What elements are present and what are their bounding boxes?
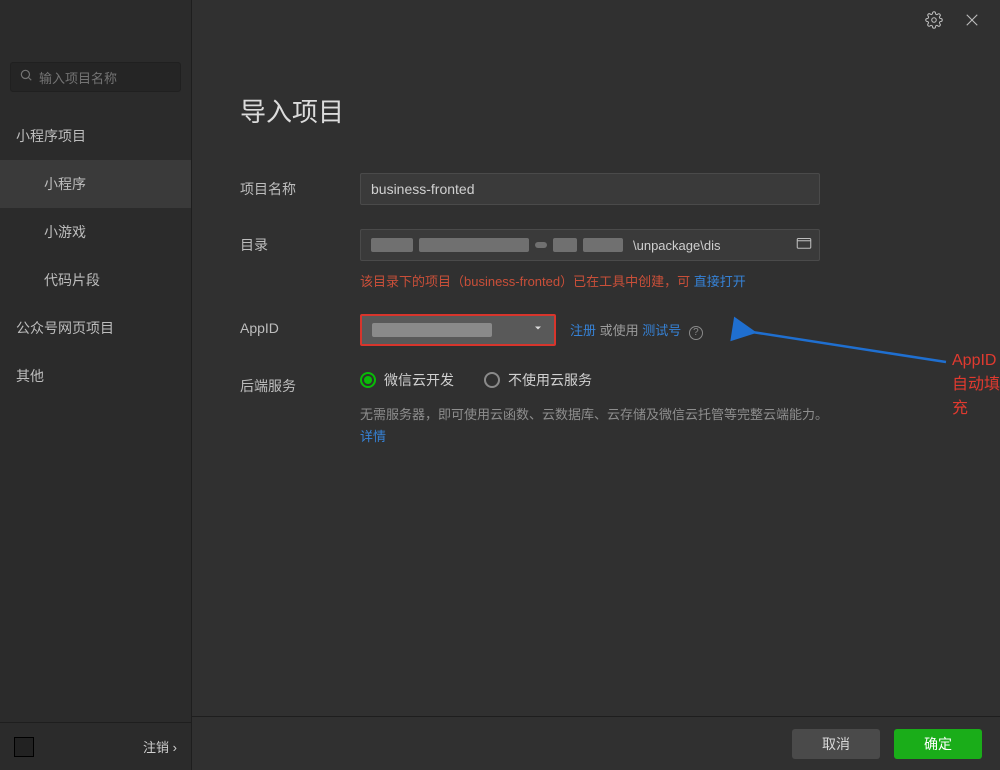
import-page: 导入项目 项目名称 目录 [192, 0, 1000, 472]
directory-input[interactable]: \unpackage\dis [360, 229, 820, 261]
backend-detail-link[interactable]: 详情 [360, 429, 386, 444]
radio-cloud-label: 微信云开发 [384, 370, 454, 390]
radio-unchecked-icon [484, 372, 500, 388]
redacted-path-segment [583, 238, 623, 252]
label-directory: 目录 [240, 229, 360, 255]
nav-group-other[interactable]: 其他 [0, 352, 191, 400]
row-directory: 目录 \unpackage\dis [240, 229, 952, 290]
main-area: 导入项目 项目名称 目录 [192, 0, 1000, 770]
avatar[interactable] [14, 737, 34, 757]
radio-nocloud-label: 不使用云服务 [508, 370, 592, 390]
radio-cloud[interactable]: 微信云开发 [360, 370, 454, 390]
project-name-input[interactable] [360, 173, 820, 205]
nav-group-webpage[interactable]: 公众号网页项目 [0, 304, 191, 352]
chevron-down-icon [532, 321, 544, 339]
nav-item-minigame[interactable]: 小游戏 [0, 208, 191, 256]
appid-dropdown[interactable] [360, 314, 556, 346]
logout-link[interactable]: 注销 › [143, 737, 177, 756]
backend-radio-group: 微信云开发 不使用云服务 [360, 370, 952, 390]
sidebar: 输入项目名称 小程序项目 小程序 小游戏 代码片段 公众号网页项目 其他 注销 … [0, 0, 192, 770]
search-placeholder: 输入项目名称 [39, 68, 117, 87]
redacted-path-segment [535, 242, 547, 248]
search-input[interactable]: 输入项目名称 [10, 62, 181, 92]
gear-icon[interactable] [924, 10, 944, 30]
window-controls [924, 0, 1000, 40]
label-project-name: 项目名称 [240, 173, 360, 199]
backend-description: 无需服务器，即可使用云函数、云数据库、云存储及微信云托管等完整云端能力。 详情 [360, 404, 830, 448]
nav-list: 小程序项目 小程序 小游戏 代码片段 公众号网页项目 其他 [0, 112, 191, 722]
redacted-path-segment [553, 238, 577, 252]
row-project-name: 项目名称 [240, 173, 952, 205]
nav-group-miniprogram[interactable]: 小程序项目 [0, 112, 191, 160]
folder-open-icon[interactable] [795, 234, 813, 257]
confirm-button[interactable]: 确定 [894, 729, 982, 759]
page-title: 导入项目 [240, 92, 952, 129]
radio-checked-icon [360, 372, 376, 388]
path-tail: \unpackage\dis [633, 238, 720, 253]
nav-item-snippet[interactable]: 代码片段 [0, 256, 191, 304]
label-appid: AppID [240, 314, 360, 336]
row-backend: 后端服务 微信云开发 不使用云服务 无需服务器，即可使用云函数、云数据库 [240, 370, 952, 448]
label-backend: 后端服务 [240, 370, 360, 396]
redacted-path-segment [371, 238, 413, 252]
appid-aux-text: 注册 或使用 测试号 ? [570, 320, 703, 340]
register-link[interactable]: 注册 [570, 323, 596, 338]
radio-nocloud[interactable]: 不使用云服务 [484, 370, 592, 390]
redacted-appid [372, 323, 492, 337]
open-directly-link[interactable]: 直接打开 [694, 274, 746, 289]
warning-text: 该目录下的项目（business-fronted）已在工具中创建，可 [360, 274, 694, 289]
sidebar-footer: 注销 › [0, 722, 191, 770]
help-icon[interactable]: ? [689, 326, 703, 340]
testid-link[interactable]: 测试号 [642, 323, 681, 338]
nav-item-miniapp[interactable]: 小程序 [0, 160, 191, 208]
cancel-button[interactable]: 取消 [792, 729, 880, 759]
search-icon [19, 68, 39, 87]
row-appid: AppID 注册 或使用 测试号 ? [240, 314, 952, 346]
close-icon[interactable] [962, 10, 982, 30]
dialog-footer: 取消 确定 [192, 716, 1000, 770]
redacted-path-segment [419, 238, 529, 252]
directory-warning: 该目录下的项目（business-fronted）已在工具中创建，可 直接打开 [360, 271, 952, 290]
